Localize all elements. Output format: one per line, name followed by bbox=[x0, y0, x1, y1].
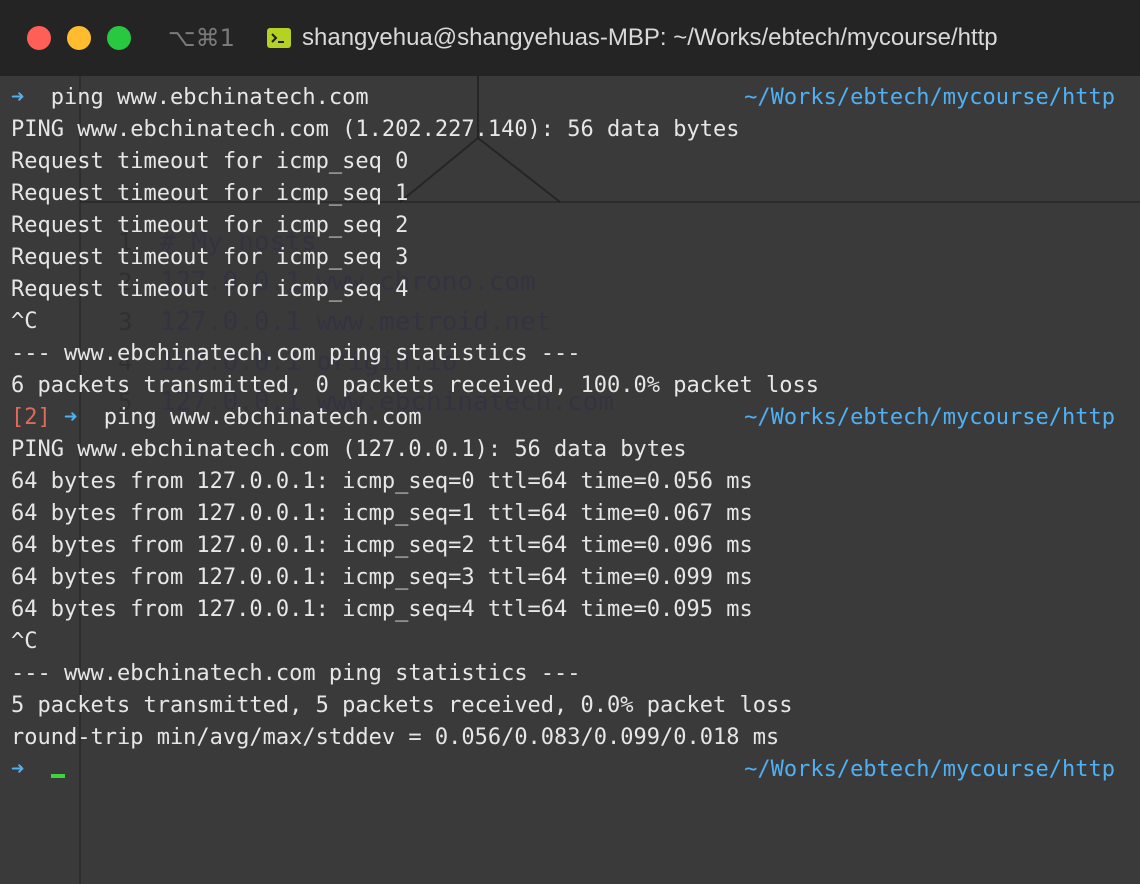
output-line: 64 bytes from 127.0.0.1: icmp_seq=1 ttl=… bbox=[11, 501, 753, 526]
cwd-path: ~/Works/ebtech/mycourse/http bbox=[744, 405, 1115, 430]
output-line: PING www.ebchinatech.com (127.0.0.1): 56… bbox=[11, 437, 687, 462]
output-line: Request timeout for icmp_seq 0 bbox=[11, 149, 409, 174]
prompt-arrow-icon: ➜ bbox=[11, 85, 25, 110]
window-title: shangyehua@shangyehuas-MBP: ~/Works/ebte… bbox=[302, 24, 998, 51]
output-line: Request timeout for icmp_seq 2 bbox=[11, 213, 409, 238]
terminal-icon bbox=[267, 28, 291, 48]
exit-code-badge: [2] bbox=[11, 405, 51, 430]
cwd-path: ~/Works/ebtech/mycourse/http bbox=[744, 757, 1115, 782]
window-shortcut: ⌥⌘1 bbox=[168, 24, 235, 52]
prompt-arrow-icon: ➜ bbox=[64, 405, 78, 430]
cwd-path: ~/Works/ebtech/mycourse/http bbox=[744, 85, 1115, 110]
command-text: ping www.ebchinatech.com bbox=[103, 405, 422, 430]
title-bar[interactable]: ⌥⌘1 shangyehua@shangyehuas-MBP: ~/Works/… bbox=[0, 0, 1140, 76]
output-line: 64 bytes from 127.0.0.1: icmp_seq=3 ttl=… bbox=[11, 565, 753, 590]
output-line: 6 packets transmitted, 0 packets receive… bbox=[11, 373, 819, 398]
output-line: ^C bbox=[11, 309, 38, 334]
prompt-line[interactable]: ➜ ~/Works/ebtech/mycourse/http bbox=[11, 754, 1121, 786]
output-line: Request timeout for icmp_seq 3 bbox=[11, 245, 409, 270]
terminal-window: ⌥⌘1 shangyehua@shangyehuas-MBP: ~/Works/… bbox=[0, 0, 1140, 884]
output-line: 64 bytes from 127.0.0.1: icmp_seq=0 ttl=… bbox=[11, 469, 753, 494]
output-line: round-trip min/avg/max/stddev = 0.056/0.… bbox=[11, 725, 780, 750]
prompt-line: [2] ➜ ping www.ebchinatech.com ~/Works/eb… bbox=[11, 402, 1121, 434]
output-line: --- www.ebchinatech.com ping statistics … bbox=[11, 341, 581, 366]
zoom-button[interactable] bbox=[107, 26, 131, 50]
text-cursor[interactable] bbox=[50, 774, 65, 778]
output-line: 5 packets transmitted, 5 packets receive… bbox=[11, 693, 793, 718]
output-line: Request timeout for icmp_seq 4 bbox=[11, 277, 409, 302]
output-line: Request timeout for icmp_seq 1 bbox=[11, 181, 409, 206]
command-text: ping www.ebchinatech.com bbox=[50, 85, 369, 110]
prompt-line: ➜ ping www.ebchinatech.com ~/Works/ebtech… bbox=[11, 82, 1121, 114]
terminal-output[interactable]: ➜ ping www.ebchinatech.com ~/Works/ebtech… bbox=[11, 82, 1121, 786]
output-line: 64 bytes from 127.0.0.1: icmp_seq=4 ttl=… bbox=[11, 597, 753, 622]
output-line: --- www.ebchinatech.com ping statistics … bbox=[11, 661, 581, 686]
prompt-arrow-icon: ➜ bbox=[11, 757, 25, 782]
output-line: ^C bbox=[11, 629, 38, 654]
output-line: PING www.ebchinatech.com (1.202.227.140)… bbox=[11, 117, 740, 142]
close-button[interactable] bbox=[27, 26, 51, 50]
minimize-button[interactable] bbox=[67, 26, 91, 50]
output-line: 64 bytes from 127.0.0.1: icmp_seq=2 ttl=… bbox=[11, 533, 753, 558]
